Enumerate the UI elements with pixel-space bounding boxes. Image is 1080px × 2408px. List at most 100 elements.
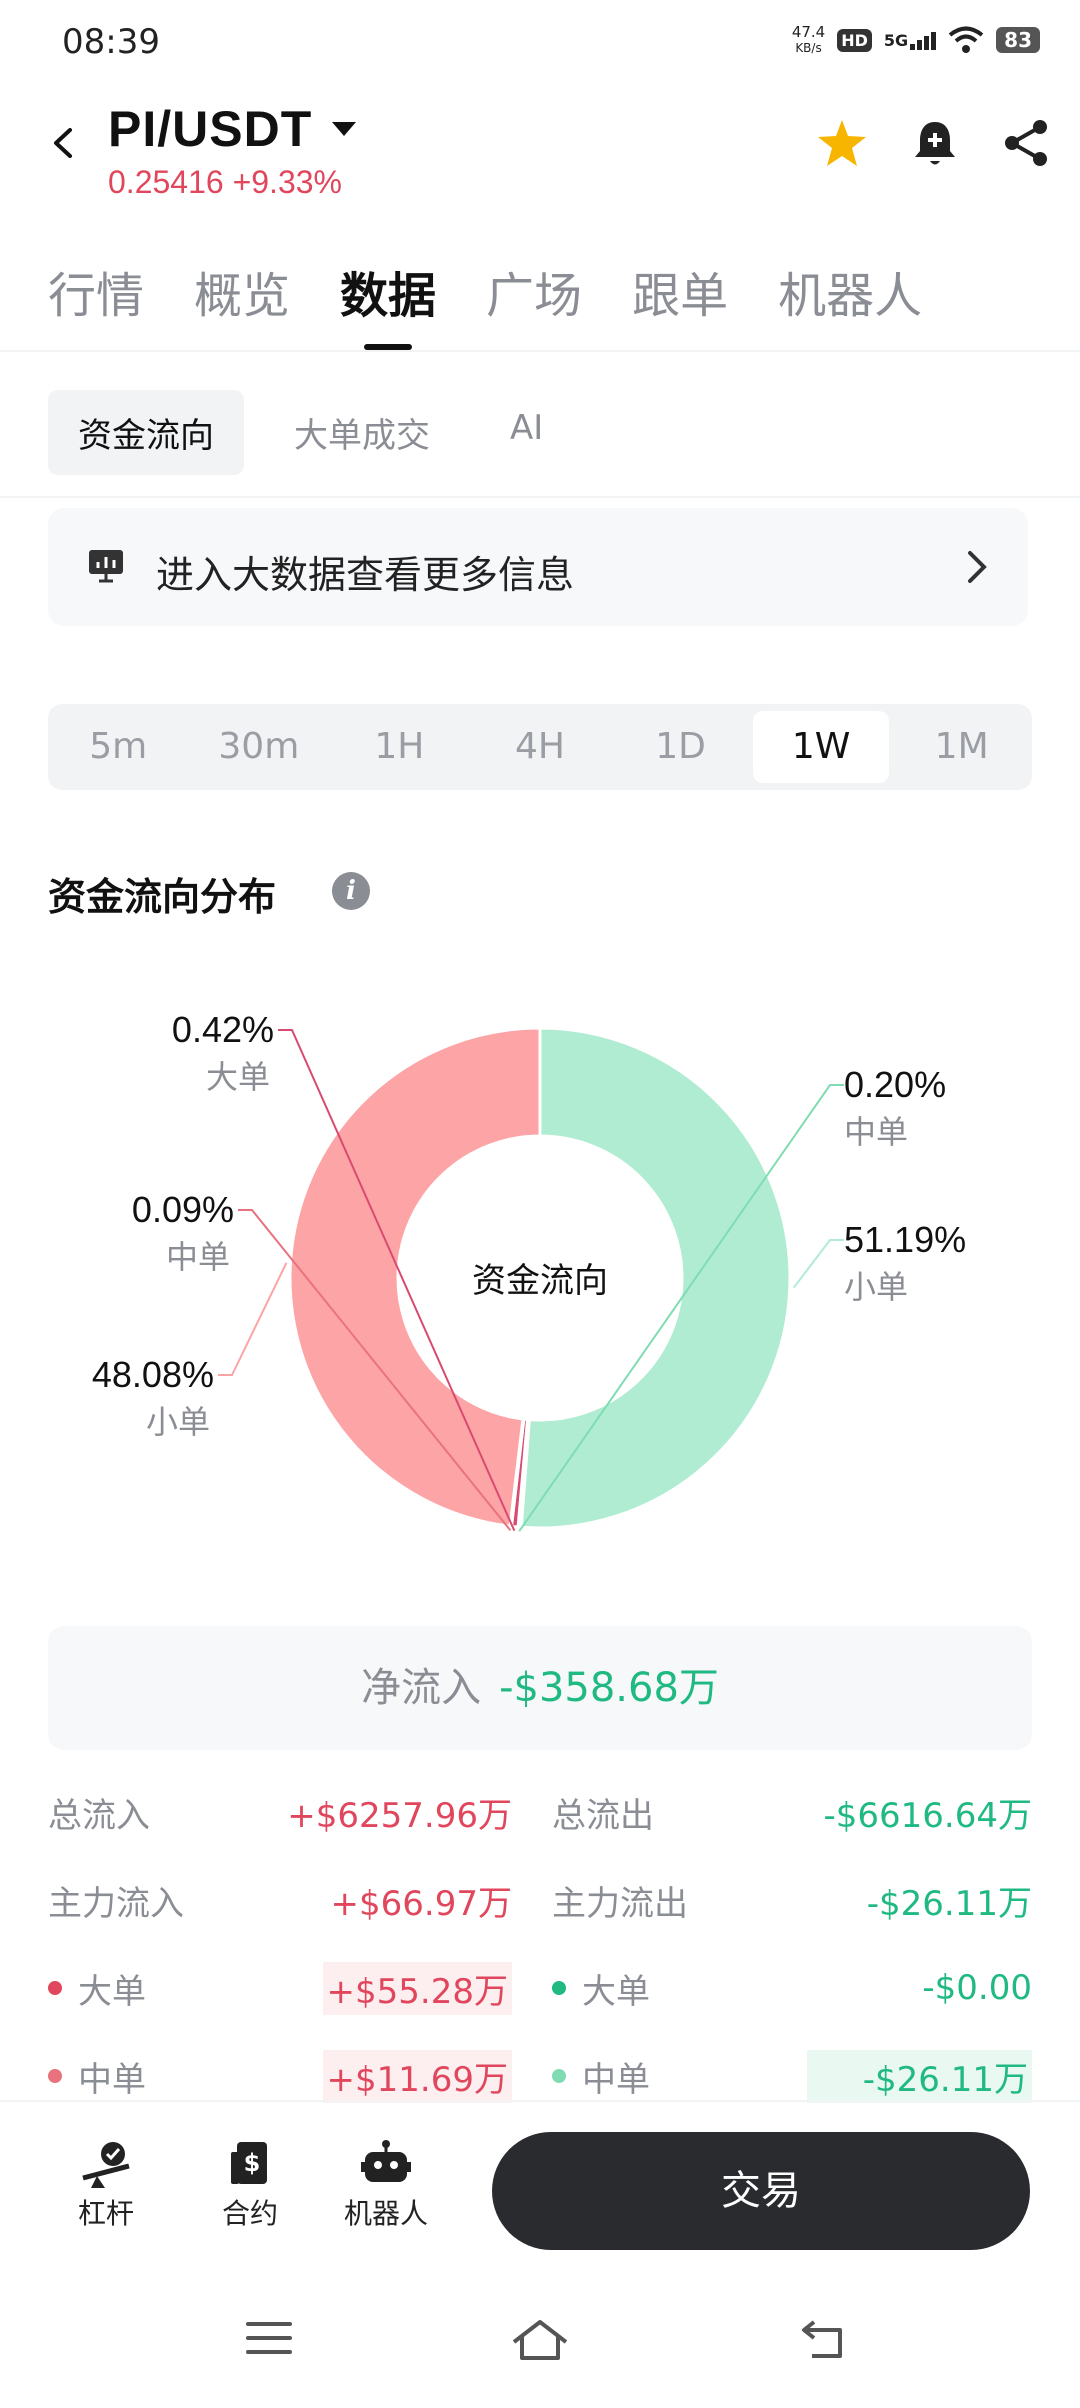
nav-robot[interactable]: 机器人	[344, 2138, 428, 2232]
home-icon[interactable]	[510, 2318, 570, 2362]
net-flow-box: 净流入 -$358.68万	[48, 1626, 1032, 1750]
period-1m[interactable]: 1M	[894, 711, 1030, 783]
period-selector: 5m 30m 1H 4H 1D 1W 1M	[48, 704, 1032, 790]
back-nav-icon[interactable]	[800, 2318, 848, 2360]
nav-contract[interactable]: $ 合约	[222, 2138, 278, 2232]
tabs-divider	[0, 350, 1080, 352]
medium-inflow-label: 中单	[78, 2059, 146, 2100]
medium-out-dot	[552, 2069, 566, 2083]
medium-in-dot	[48, 2069, 62, 2083]
wifi-icon	[948, 26, 984, 53]
slice-percent-label-3: 0.09%	[132, 1189, 234, 1230]
signal-icon: 5G	[884, 31, 937, 50]
nav-contract-label: 合约	[222, 2197, 279, 2230]
total-inflow-value: +$6257.96万	[287, 1795, 512, 1836]
pair-dropdown-icon[interactable]	[332, 122, 356, 136]
medium-outflow-value: -$26.11万	[806, 2049, 1032, 2103]
main-outflow-label: 主力流出	[552, 1883, 688, 1924]
nav-leverage[interactable]: 杠杆	[78, 2138, 134, 2232]
sub-tabs: 资金流向 大单成交 AI	[48, 390, 573, 475]
price-change: +9.33%	[232, 164, 342, 200]
back-arrow-icon[interactable]	[48, 128, 78, 158]
total-inflow-label: 总流入	[48, 1795, 150, 1836]
large-inflow-value: +$55.28万	[322, 1961, 512, 2015]
subtabs-divider	[0, 496, 1080, 498]
slice-percent-label-0: 51.19%	[844, 1219, 966, 1260]
alert-bell-icon[interactable]	[912, 118, 958, 168]
robot-icon	[361, 2140, 411, 2182]
callout-line-0	[793, 1239, 844, 1289]
tab-copy-trade[interactable]: 跟单	[632, 256, 728, 326]
slice-category-label-1: 中单	[844, 1113, 908, 1151]
donut-center-label: 资金流向	[472, 1261, 608, 1301]
slice-category-label-3: 中单	[166, 1238, 230, 1276]
bottom-bar-divider	[0, 2100, 1080, 2102]
stats-row-main: 主力流入 +$66.97万 主力流出 -$26.11万	[48, 1856, 1032, 1944]
subtab-ai[interactable]: AI	[480, 390, 573, 475]
slice-percent-label-4: 48.08%	[92, 1354, 214, 1395]
period-30m[interactable]: 30m	[191, 711, 327, 783]
contract-icon: $	[231, 2142, 267, 2184]
tab-bots[interactable]: 机器人	[778, 256, 922, 326]
tab-square[interactable]: 广场	[486, 256, 582, 326]
tab-overview[interactable]: 概览	[194, 256, 290, 326]
subtab-large-trades[interactable]: 大单成交	[264, 390, 460, 475]
stats-row-medium: 中单 +$11.69万 中单 -$26.11万	[48, 2032, 1032, 2120]
flow-stats: 总流入 +$6257.96万 总流出 -$6616.64万 主力流入 +$66.97万…	[48, 1768, 1032, 2120]
total-outflow-label: 总流出	[552, 1795, 654, 1836]
slice-category-label-0: 小单	[844, 1268, 908, 1306]
share-icon[interactable]	[1002, 118, 1050, 168]
slice-category-label-2: 大单	[206, 1058, 270, 1096]
chart-board-icon	[89, 550, 123, 583]
period-1h[interactable]: 1H	[331, 711, 467, 783]
header-actions	[816, 118, 1050, 168]
slice-category-label-4: 小单	[146, 1403, 210, 1441]
large-outflow-value: -$0.00	[922, 1968, 1032, 2008]
stats-row-total: 总流入 +$6257.96万 总流出 -$6616.64万	[48, 1768, 1032, 1856]
large-outflow-label: 大单	[582, 1971, 650, 2012]
subtab-fund-flow[interactable]: 资金流向	[48, 390, 244, 475]
big-data-banner[interactable]: 进入大数据查看更多信息	[48, 508, 1028, 626]
large-in-dot	[48, 1981, 62, 1995]
info-icon[interactable]: i	[332, 872, 370, 910]
trade-button[interactable]: 交易	[492, 2132, 1030, 2250]
main-inflow-value: +$66.97万	[330, 1883, 512, 1924]
star-favorite-icon[interactable]	[816, 118, 868, 168]
svg-text:$: $	[244, 2149, 261, 2177]
banner-text: 进入大数据查看更多信息	[156, 553, 575, 597]
pair-title[interactable]: PI/USDT	[108, 100, 312, 158]
net-flow-label: 净流入	[361, 1665, 482, 1711]
section-title: 资金流向分布	[48, 875, 277, 919]
net-flow-value: -$358.68万	[499, 1665, 719, 1711]
period-4h[interactable]: 4H	[472, 711, 608, 783]
last-price: 0.25416	[108, 164, 224, 200]
slice-percent-label-2: 0.42%	[172, 1009, 274, 1050]
large-inflow-label: 大单	[78, 1971, 146, 2012]
chevron-right-icon	[968, 551, 987, 583]
status-time: 08:39	[62, 22, 160, 62]
net-speed: 47.4 KB/s	[791, 23, 826, 55]
stats-row-large: 大单 +$55.28万 大单 -$0.00	[48, 1944, 1032, 2032]
status-icons: 47.4 KB/s HD 5G 83	[792, 24, 1040, 56]
large-out-dot	[552, 1981, 566, 1995]
menu-icon[interactable]	[246, 2318, 292, 2358]
medium-outflow-label: 中单	[582, 2059, 650, 2100]
period-5m[interactable]: 5m	[50, 711, 186, 783]
nav-robot-label: 机器人	[344, 2197, 429, 2230]
price-line: 0.25416 +9.33%	[108, 164, 342, 201]
tab-market[interactable]: 行情	[48, 256, 144, 326]
tab-data[interactable]: 数据	[340, 256, 436, 326]
period-1w[interactable]: 1W	[753, 711, 890, 783]
fund-flow-donut-chart: 资金流向 51.19% 小单 0.20% 中单 0.42% 大单 0.09% 中单 48.08%…	[92, 1009, 966, 1532]
nav-leverage-label: 杠杆	[78, 2197, 135, 2230]
main-tabs: 行情 概览 数据 广场 跟单 机器人	[48, 256, 922, 326]
leverage-icon	[82, 2142, 130, 2188]
hd-icon: HD	[837, 28, 872, 52]
battery-indicator: 83	[996, 27, 1040, 53]
slice-percent-label-1: 0.20%	[844, 1064, 946, 1105]
medium-inflow-value: +$11.69万	[322, 2049, 512, 2103]
callout-line-4	[218, 1262, 288, 1376]
main-outflow-value: -$26.11万	[866, 1883, 1032, 1924]
period-1d[interactable]: 1D	[613, 711, 749, 783]
main-inflow-label: 主力流入	[48, 1883, 184, 1924]
